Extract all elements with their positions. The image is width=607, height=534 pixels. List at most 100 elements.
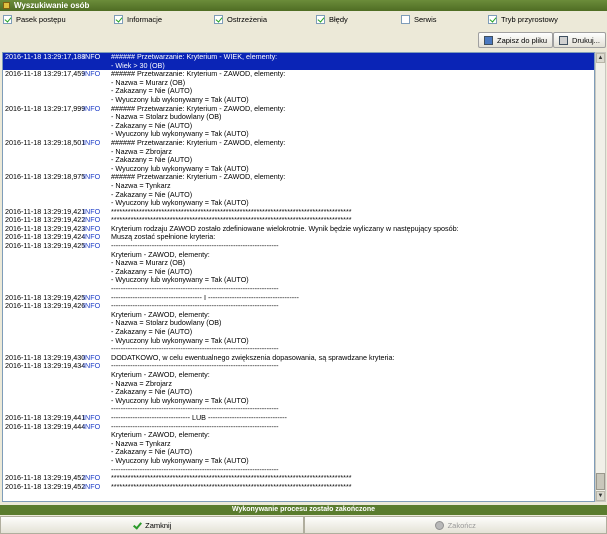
- log-level: INFO: [83, 421, 101, 431]
- print-label: Drukuj...: [572, 35, 600, 45]
- log-level: [83, 79, 111, 88]
- log-row[interactable]: 2016-11-18 13:29:19,444 INFO -------------…: [3, 421, 594, 432]
- filter-service[interactable]: Serwis: [401, 15, 437, 24]
- finish-button: Zakończ: [303, 516, 607, 534]
- log-timestamp: [3, 79, 83, 88]
- save-to-file-button[interactable]: Zapisz do pliku: [478, 32, 554, 48]
- log-row[interactable]: 2016-11-18 13:29:17,188 INFO ###### Przetw…: [3, 53, 594, 62]
- log-row[interactable]: - Zakazany = Nie (AUTO): [3, 87, 594, 96]
- log-row[interactable]: - Wyuczony lub wykonywany = Tak (AUTO): [3, 397, 594, 406]
- log-row[interactable]: 2016-11-18 13:29:17,459 INFO ###### Przetw…: [3, 70, 594, 79]
- log-level: INFO: [83, 103, 101, 113]
- filter-progress-bar[interactable]: Pasek postępu: [3, 15, 66, 24]
- log-row[interactable]: - Nazwa = Zbrojarz: [3, 380, 594, 389]
- log-level: [83, 311, 111, 320]
- log-message: Muszą zostać spełnione kryteria:: [111, 233, 216, 242]
- log-message: - Zakazany = Nie (AUTO): [111, 388, 193, 397]
- log-level: INFO: [83, 361, 101, 371]
- log-timestamp: [3, 371, 83, 380]
- status-bar: Wykonywanie procesu zostało zakończone: [0, 505, 607, 515]
- close-button[interactable]: Zamknij: [0, 516, 304, 534]
- log-message: ----------------------------------------…: [111, 285, 279, 294]
- log-message: Kryterium - ZAWOD, elementy:: [111, 431, 210, 440]
- log-message: Kryterium - ZAWOD, elementy:: [111, 310, 210, 319]
- log-row[interactable]: Kryterium - ZAWOD, elementy:: [3, 251, 594, 260]
- log-message: ----------------------------------------…: [111, 302, 279, 311]
- log-row[interactable]: Kryterium - ZAWOD, elementy:: [3, 311, 594, 320]
- log-row[interactable]: - Zakazany = Nie (AUTO): [3, 122, 594, 131]
- log-row[interactable]: - Nazwa = Zbrojarz: [3, 148, 594, 157]
- filter-errors-checkbox[interactable]: [316, 15, 325, 24]
- log-scrollbar[interactable]: ▲ ▼: [595, 52, 606, 502]
- log-message: - Zakazany = Nie (AUTO): [111, 87, 193, 96]
- close-button-label: Zamknij: [145, 520, 172, 530]
- log-row[interactable]: 2016-11-18 13:29:19,452 INFO *************…: [3, 481, 594, 492]
- log-row[interactable]: 2016-11-18 13:29:18,501 INFO ###### Przetw…: [3, 137, 594, 148]
- filter-progress-bar-checkbox[interactable]: [3, 15, 12, 24]
- log-level: INFO: [83, 481, 101, 491]
- log-timestamp: [3, 251, 83, 260]
- log-message: ----------------------------------------…: [111, 465, 279, 474]
- log-row[interactable]: - Nazwa = Stolarz budowlany (OB): [3, 319, 594, 328]
- print-button[interactable]: Drukuj...: [553, 32, 606, 48]
- log-message: --------------------------------- LUB --…: [111, 413, 287, 422]
- log-level: INFO: [83, 172, 101, 182]
- log-row[interactable]: - Nazwa = Tynkarz: [3, 182, 594, 191]
- log-row[interactable]: Kryterium - ZAWOD, elementy:: [3, 431, 594, 440]
- log-row[interactable]: - Zakazany = Nie (AUTO): [3, 328, 594, 337]
- log-message: - Zakazany = Nie (AUTO): [111, 328, 193, 336]
- log-row[interactable]: - Nazwa = Murarz (OB): [3, 79, 594, 88]
- log-message: - Nazwa = Zbrojarz: [111, 147, 172, 156]
- log-timestamp: [3, 311, 83, 320]
- filter-incremental-mode[interactable]: Tryb przyrostowy: [488, 15, 558, 24]
- scroll-down-arrow-icon[interactable]: ▼: [596, 491, 605, 501]
- log-row[interactable]: - Nazwa = Tynkarz: [3, 440, 594, 449]
- log-row[interactable]: - Zakazany = Nie (AUTO): [3, 268, 594, 277]
- log-row[interactable]: - Nazwa = Murarz (OB): [3, 259, 594, 268]
- filter-service-checkbox[interactable]: [401, 15, 410, 24]
- log-row[interactable]: 2016-11-18 13:29:19,425 INFO -------------…: [3, 241, 594, 251]
- log-row[interactable]: Kryterium - ZAWOD, elementy:: [3, 371, 594, 380]
- log-row[interactable]: - Wyuczony lub wykonywany = Tak (AUTO): [3, 276, 594, 285]
- log-message: ----------------------------------------…: [111, 362, 279, 371]
- log-message: - Wyuczony lub wykonywany = Tak (AUTO): [111, 199, 249, 208]
- log-timestamp: [3, 259, 83, 268]
- filter-incremental-mode-checkbox[interactable]: [488, 15, 497, 24]
- log-message: - Zakazany = Nie (AUTO): [111, 267, 193, 276]
- log-timestamp: [3, 440, 83, 449]
- log-row[interactable]: 2016-11-18 13:29:18,975 INFO ###### Przetw…: [3, 173, 594, 182]
- filter-errors[interactable]: Błędy: [316, 15, 348, 24]
- checkmark-icon: [132, 521, 141, 530]
- log-level: [83, 388, 111, 397]
- log-row[interactable]: 2016-11-18 13:29:17,999 INFO ###### Przetw…: [3, 103, 594, 114]
- log-timestamp: 2016-11-18 13:29:18,975: [5, 172, 86, 182]
- log-row[interactable]: - Wyuczony lub wykonywany = Tak (AUTO): [3, 337, 594, 346]
- scroll-up-arrow-icon[interactable]: ▲: [596, 53, 605, 63]
- log-row[interactable]: - Zakazany = Nie (AUTO): [3, 156, 594, 165]
- log-message: ****************************************…: [111, 482, 352, 491]
- scroll-thumb[interactable]: [596, 473, 605, 490]
- log-row[interactable]: - Zakazany = Nie (AUTO): [3, 448, 594, 457]
- filter-information[interactable]: Informacje: [114, 15, 162, 24]
- log-timestamp: 2016-11-18 13:29:18,501: [5, 137, 86, 147]
- filter-warnings[interactable]: Ostrzeżenia: [214, 15, 267, 24]
- log-message: - Wyuczony lub wykonywany = Tak (AUTO): [111, 95, 249, 104]
- log-row[interactable]: 2016-11-18 13:29:19,426 INFO -------------…: [3, 302, 594, 311]
- log-row[interactable]: - Nazwa = Stolarz budowlany (OB): [3, 113, 594, 122]
- log-list[interactable]: 2016-11-18 13:29:17,188 INFO ###### Przetw…: [2, 52, 595, 502]
- app-icon: [3, 2, 10, 9]
- log-level: [83, 328, 111, 337]
- log-message: - Wyuczony lub wykonywany = Tak (AUTO): [111, 130, 249, 139]
- log-level: [83, 457, 111, 466]
- log-row[interactable]: - Zakazany = Nie (AUTO): [3, 388, 594, 397]
- log-message: ###### Przetwarzanie: Kryterium - ZAWOD,…: [111, 173, 286, 182]
- log-row[interactable]: - Wyuczony lub wykonywany = Tak (AUTO): [3, 457, 594, 466]
- log-row[interactable]: 2016-11-18 13:29:19,434 INFO -------------…: [3, 362, 594, 371]
- filter-warnings-checkbox[interactable]: [214, 15, 223, 24]
- filter-information-checkbox[interactable]: [114, 15, 123, 24]
- log-level: [83, 371, 111, 380]
- log-timestamp: 2016-11-18 13:29:17,459: [5, 69, 86, 79]
- log-message: - Zakazany = Nie (AUTO): [111, 121, 193, 130]
- log-timestamp: 2016-11-18 13:29:19,444: [5, 421, 86, 431]
- log-row[interactable]: - Zakazany = Nie (AUTO): [3, 191, 594, 200]
